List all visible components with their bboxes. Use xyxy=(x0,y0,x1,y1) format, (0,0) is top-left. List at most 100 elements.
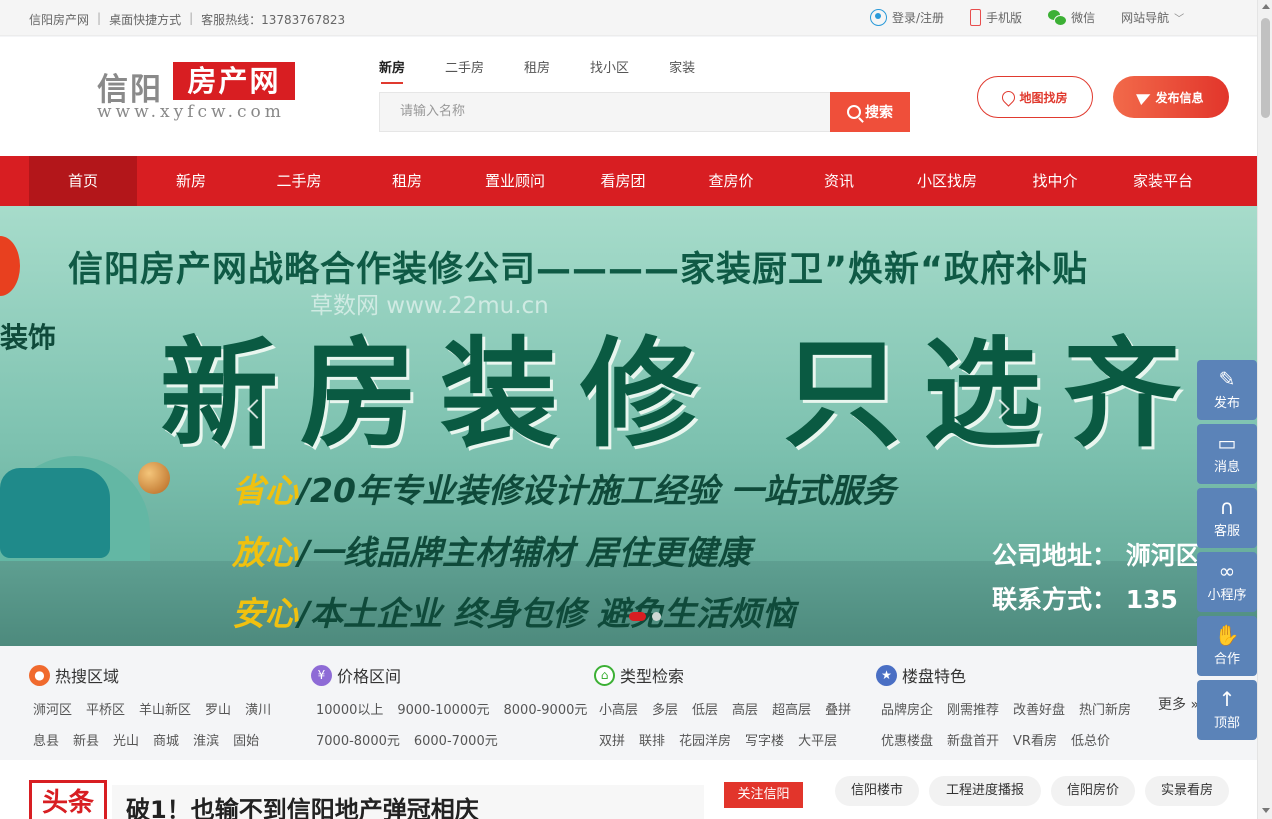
filter-link[interactable]: 联排 xyxy=(639,730,665,749)
filter-link[interactable]: 多层 xyxy=(652,699,678,718)
filter-link[interactable]: 小高层 xyxy=(599,699,638,718)
filter-link[interactable]: 息县 xyxy=(33,730,59,749)
filter-link[interactable]: 新县 xyxy=(73,730,99,749)
headset-icon: ∩ xyxy=(1219,495,1235,519)
link-icon: ∞ xyxy=(1218,559,1236,583)
filter-type-title: 类型检索 xyxy=(620,667,685,686)
site-nav-label: 网站导航 xyxy=(1121,11,1170,25)
logo-url: www.xyfcw.com xyxy=(97,102,285,122)
float-cooperation-button[interactable]: ✋ 合作 xyxy=(1197,616,1257,676)
filter-area: ● 热搜区域 浉河区 平桥区 羊山新区 罗山 潢川 息县 新县 光山 商城 淮滨 … xyxy=(29,663,285,749)
quick-filters: ● 热搜区域 浉河区 平桥区 羊山新区 罗山 潢川 息县 新县 光山 商城 淮滨 … xyxy=(0,646,1257,760)
filter-link[interactable]: 双拼 xyxy=(599,730,625,749)
filter-link[interactable]: 淮滨 xyxy=(193,730,219,749)
float-message-button[interactable]: ▭ 消息 xyxy=(1197,424,1257,484)
nav-item-rent[interactable]: 租房 xyxy=(353,156,461,206)
filter-link[interactable]: 商城 xyxy=(153,730,179,749)
wechat-link[interactable]: 微信 xyxy=(1048,9,1095,26)
follow-xinyang-tag: 关注信阳 xyxy=(724,782,803,808)
filter-link[interactable]: 品牌房企 xyxy=(881,699,933,718)
banner-carousel[interactable]: 信阳房产网战略合作装修公司————家装厨卫”焕新“政府补贴 装饰 新房装修 只选… xyxy=(0,206,1257,646)
filter-link[interactable]: 高层 xyxy=(732,699,758,718)
nav-item-price[interactable]: 查房价 xyxy=(677,156,785,206)
home-icon: ⌂ xyxy=(594,664,615,686)
pill-xinyang-price[interactable]: 信阳房价 xyxy=(1051,776,1135,806)
filter-link[interactable]: 优惠楼盘 xyxy=(881,730,933,749)
pill-live-view[interactable]: 实景看房 xyxy=(1145,776,1229,806)
search-tab-rent[interactable]: 租房 xyxy=(524,57,550,76)
map-pin-icon xyxy=(999,87,1019,107)
filter-link[interactable]: 刚需推荐 xyxy=(947,699,999,718)
float-service-button[interactable]: ∩ 客服 xyxy=(1197,488,1257,548)
filter-link[interactable]: 改善好盘 xyxy=(1013,699,1065,718)
filter-link[interactable]: 花园洋房 xyxy=(679,730,731,749)
filter-link[interactable]: 6000-7000元 xyxy=(414,730,498,749)
carousel-dot[interactable] xyxy=(652,612,661,621)
filter-link[interactable]: 潢川 xyxy=(245,699,271,718)
mobile-link[interactable]: 手机版 xyxy=(970,9,1022,26)
filter-link[interactable]: 浉河区 xyxy=(33,699,72,718)
float-publish-button[interactable]: ✎ 发布 xyxy=(1197,360,1257,420)
mobile-label: 手机版 xyxy=(986,11,1023,25)
nav-item-agent[interactable]: 找中介 xyxy=(1001,156,1109,206)
banner-headline: 新房装修 只选齐 xyxy=(160,325,1204,463)
carousel-dot-active[interactable] xyxy=(629,612,646,621)
chevron-down-icon: ﹀ xyxy=(1174,14,1185,25)
nav-item-news[interactable]: 资讯 xyxy=(785,156,893,206)
filter-link[interactable]: 10000以上 xyxy=(316,699,383,718)
filter-link[interactable]: 热门新房 xyxy=(1079,699,1131,718)
filter-link[interactable]: 叠拼 xyxy=(825,699,851,718)
nav-item-new-house[interactable]: 新房 xyxy=(137,156,245,206)
nav-item-decoration[interactable]: 家装平台 xyxy=(1109,156,1217,206)
more-filters-link[interactable]: 更多 » xyxy=(1158,694,1199,714)
search-input[interactable]: 请输入名称 xyxy=(379,92,831,132)
nav-item-home[interactable]: 首页 xyxy=(29,156,137,206)
nav-item-tour[interactable]: 看房团 xyxy=(569,156,677,206)
filter-link[interactable]: 新盘首开 xyxy=(947,730,999,749)
float-miniprogram-button[interactable]: ∞ 小程序 xyxy=(1197,552,1257,612)
filter-link[interactable]: 平桥区 xyxy=(86,699,125,718)
filter-link[interactable]: 写字楼 xyxy=(745,730,784,749)
filter-link[interactable]: 7000-8000元 xyxy=(316,730,400,749)
map-search-button[interactable]: 地图找房 xyxy=(977,76,1093,118)
filter-link[interactable]: 9000-10000元 xyxy=(397,699,489,718)
nav-item-advisor[interactable]: 置业顾问 xyxy=(461,156,569,206)
paper-plane-icon xyxy=(1136,88,1154,106)
publish-button[interactable]: 发布信息 xyxy=(1113,76,1229,118)
sofa-image xyxy=(0,468,110,558)
site-nav-dropdown[interactable]: 网站导航 ﹀ xyxy=(1121,9,1184,26)
chat-icon: ▭ xyxy=(1217,431,1237,455)
filter-link[interactable]: 超高层 xyxy=(772,699,811,718)
desktop-shortcut-link[interactable]: 桌面快捷方式 xyxy=(109,11,181,28)
filter-link[interactable]: 羊山新区 xyxy=(139,699,191,718)
wechat-label: 微信 xyxy=(1071,11,1096,25)
filter-link[interactable]: 罗山 xyxy=(205,699,231,718)
float-top-button[interactable]: ↑ 顶部 xyxy=(1197,680,1257,740)
scroll-down-icon[interactable] xyxy=(1262,808,1270,813)
filter-link[interactable]: 大平层 xyxy=(798,730,837,749)
scroll-up-icon[interactable] xyxy=(1262,4,1270,9)
search-tab-decoration[interactable]: 家装 xyxy=(669,57,695,76)
search-tab-new[interactable]: 新房 xyxy=(379,57,405,84)
filter-link[interactable]: VR看房 xyxy=(1013,730,1057,749)
search-tab-secondhand[interactable]: 二手房 xyxy=(445,57,484,76)
page-scrollbar[interactable] xyxy=(1257,0,1272,819)
filter-link[interactable]: 固始 xyxy=(233,730,259,749)
site-logo[interactable]: 信阳 房产网 www.xyfcw.com xyxy=(97,62,297,122)
filter-link[interactable]: 8000-9000元 xyxy=(504,699,588,718)
scrollbar-thumb[interactable] xyxy=(1261,18,1270,118)
nav-item-secondhand[interactable]: 二手房 xyxy=(245,156,353,206)
filter-link[interactable]: 低层 xyxy=(692,699,718,718)
filter-link[interactable]: 光山 xyxy=(113,730,139,749)
pill-construction-progress[interactable]: 工程进度播报 xyxy=(929,776,1041,806)
login-link[interactable]: 登录/注册 xyxy=(870,9,944,26)
nav-item-community[interactable]: 小区找房 xyxy=(893,156,1001,206)
top-bar: 信阳房产网 | 桌面快捷方式 | 客服热线：13783767823 登录/注册 … xyxy=(0,0,1257,36)
pill-xinyang-market[interactable]: 信阳楼市 xyxy=(835,776,919,806)
search-button[interactable]: 搜索 xyxy=(830,92,910,132)
edit-icon: ✎ xyxy=(1218,367,1236,391)
site-name-link[interactable]: 信阳房产网 xyxy=(29,11,89,28)
filter-link[interactable]: 低总价 xyxy=(1071,730,1110,749)
search-tab-community[interactable]: 找小区 xyxy=(590,57,629,76)
headline-title[interactable]: 破1！也输不到信阳地产弹冠相庆 xyxy=(112,785,704,819)
